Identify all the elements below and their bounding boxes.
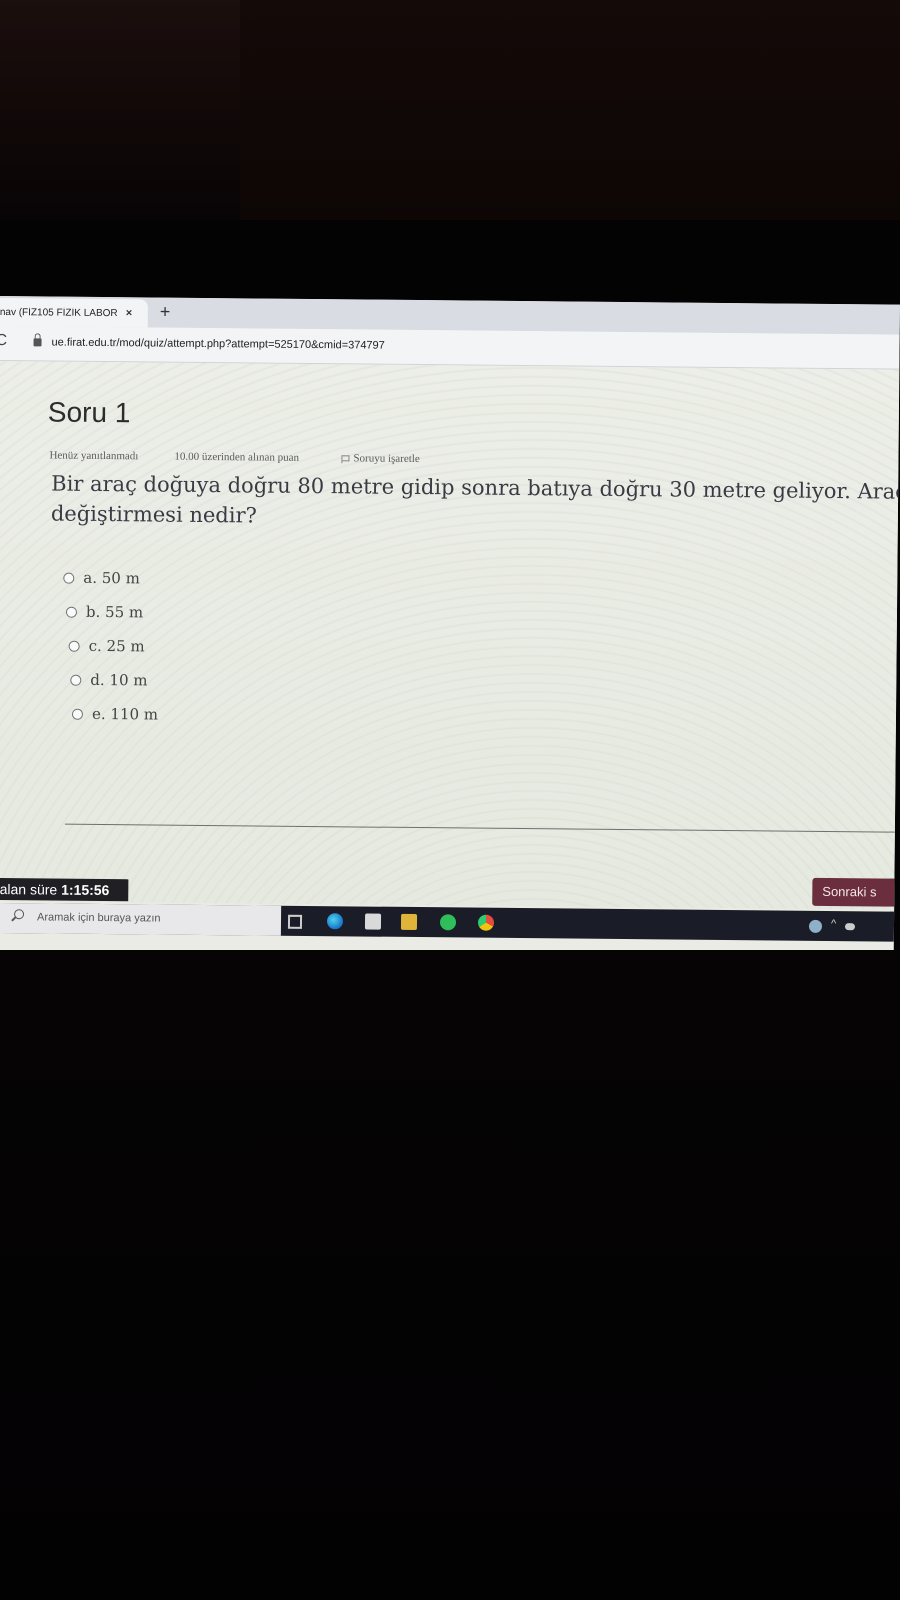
chevron-up-icon[interactable]: ^ [831, 918, 836, 930]
flag-question-link[interactable]: Soruyu işaretle [353, 452, 419, 465]
question-text: Bir araç doğuya doğru 80 metre gidip son… [51, 469, 900, 538]
flag-icon[interactable] [341, 455, 351, 464]
radio-button[interactable] [70, 674, 82, 686]
room-door-background [240, 0, 900, 240]
timer-value: 1:15:56 [61, 881, 110, 899]
option-label: d. 10 m [90, 670, 148, 690]
spotify-icon[interactable] [439, 914, 457, 931]
question-points: 10.00 üzerinden alınan puan [174, 450, 300, 464]
url-input[interactable]: ue.firat.edu.tr/mod/quiz/attempt.php?att… [51, 336, 384, 351]
photo-scene: nav (FİZ105 FİZİK LABOR × + C ue.firat.e… [0, 0, 900, 1600]
next-page-button[interactable]: Sonraki s [812, 877, 900, 907]
answer-option-e[interactable]: e. 110 m [71, 697, 159, 732]
cloud-icon[interactable] [844, 923, 856, 931]
tab-close-icon[interactable]: × [126, 307, 133, 319]
task-view-icon[interactable] [287, 914, 303, 929]
option-label: e. 110 m [91, 704, 159, 724]
radio-button[interactable] [63, 572, 75, 584]
file-explorer-icon[interactable] [400, 913, 418, 931]
answer-option-a[interactable]: a. 50 m [63, 561, 159, 596]
windows-taskbar: Aramak için buraya yazın ^ [0, 902, 895, 942]
answer-option-c[interactable]: c. 25 m [68, 629, 158, 664]
system-tray: ^ [808, 918, 889, 935]
answer-option-b[interactable]: b. 55 m [65, 595, 159, 630]
time-remaining: Kalan süre 1:15:56 [0, 877, 129, 902]
timer-label: Kalan süre [0, 880, 58, 898]
dark-desk-area [0, 950, 900, 1600]
monitor-screen: nav (FİZ105 FİZİK LABOR × + C ue.firat.e… [0, 296, 900, 961]
question-title: Soru 1 [47, 396, 131, 429]
taskbar-search[interactable]: Aramak için buraya yazın [0, 902, 282, 936]
help-icon[interactable] [808, 919, 823, 933]
option-label: a. 50 m [83, 568, 140, 588]
monitor-bezel [0, 220, 900, 300]
radio-button[interactable] [71, 708, 84, 720]
lock-icon [33, 338, 42, 347]
chrome-icon[interactable] [477, 914, 495, 931]
edge-icon[interactable] [326, 913, 344, 930]
answer-options: a. 50 m b. 55 m c. 25 m d. 10 m e. 110 m [62, 561, 160, 732]
store-icon[interactable] [364, 913, 382, 930]
radio-button[interactable] [68, 640, 80, 652]
reload-icon[interactable]: C [0, 332, 7, 350]
new-tab-icon[interactable]: + [160, 302, 171, 323]
option-label: c. 25 m [88, 636, 145, 656]
question-status: Henüz yanıtlanmadı [49, 449, 139, 463]
browser-tab[interactable]: nav (FİZ105 FİZİK LABOR × [0, 297, 148, 328]
search-icon [14, 909, 25, 920]
tab-title: nav (FİZ105 FİZİK LABOR [0, 306, 118, 319]
answer-option-d[interactable]: d. 10 m [70, 663, 158, 698]
radio-button[interactable] [65, 606, 78, 618]
option-label: b. 55 m [85, 602, 144, 622]
search-input[interactable]: Aramak için buraya yazın [37, 911, 161, 924]
